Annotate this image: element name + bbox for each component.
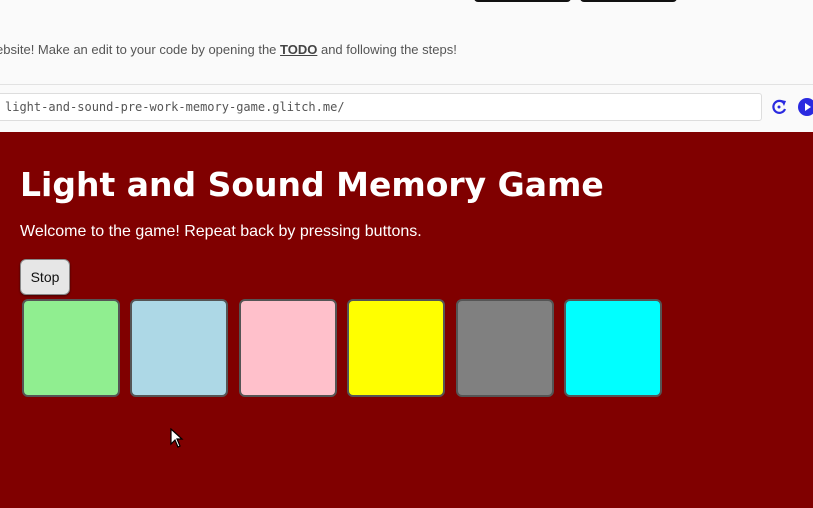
banner-text-after: and following the steps! <box>317 42 457 57</box>
todo-link[interactable]: TODO <box>280 42 317 57</box>
mouse-cursor-icon <box>170 428 184 448</box>
game-button-4[interactable] <box>347 299 445 397</box>
welcome-text: Welcome to the game! Repeat back by pres… <box>20 223 422 240</box>
stop-button[interactable]: Stop <box>20 259 70 295</box>
edit-banner: ebsite! Make an edit to your code by ope… <box>0 42 457 57</box>
game-preview: Light and Sound Memory Game Welcome to t… <box>0 132 813 508</box>
game-button-3[interactable] <box>239 299 337 397</box>
game-button-6[interactable] <box>564 299 662 397</box>
preview-url[interactable]: light-and-sound-pre-work-memory-game.gli… <box>5 100 345 114</box>
refresh-icon[interactable] <box>769 97 789 117</box>
play-icon[interactable] <box>797 97 813 117</box>
game-button-5[interactable] <box>456 299 554 397</box>
toolbar-button-left[interactable] <box>474 0 571 2</box>
preview-url-bar[interactable]: light-and-sound-pre-work-memory-game.gli… <box>0 93 762 121</box>
game-title: Light and Sound Memory Game <box>20 165 604 204</box>
game-button-2[interactable] <box>130 299 228 397</box>
toolbar-button-right[interactable] <box>580 0 677 2</box>
banner-text-before: ebsite! Make an edit to your code by ope… <box>0 42 281 57</box>
glitch-toolbar: ebsite! Make an edit to your code by ope… <box>0 0 813 85</box>
game-button-1[interactable] <box>22 299 120 397</box>
